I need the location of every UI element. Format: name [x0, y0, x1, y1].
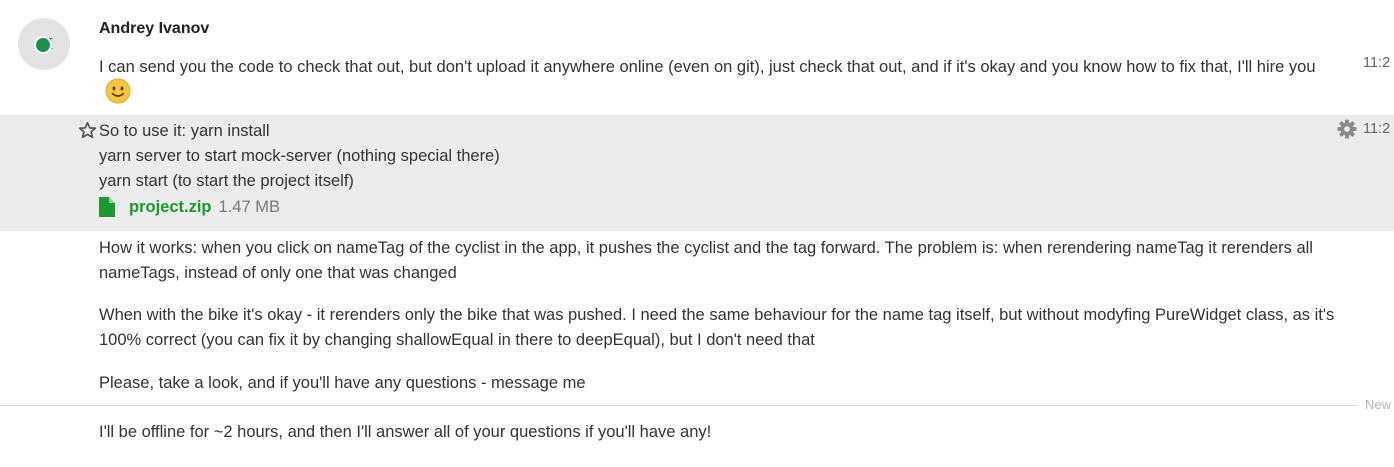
message-timestamp[interactable]: 11:2 — [1363, 55, 1390, 71]
message-1: I can send you the code to check that ou… — [99, 55, 1344, 105]
message-thread: AI Andrey Ivanov I can send you the code… — [0, 0, 1394, 467]
message-line: yarn server to start mock-server (nothin… — [99, 147, 500, 165]
message-text: I can send you the code to check that ou… — [99, 58, 1316, 76]
message-text: Please, take a look, and if you'll have … — [99, 374, 586, 392]
message-text: When with the bike it's okay - it rerend… — [99, 306, 1335, 349]
message-6: I'll be offline for ~2 hours, and then I… — [99, 420, 1344, 445]
file-attachment: project.zip 1.47 MB — [99, 195, 280, 219]
message-5: Please, take a look, and if you'll have … — [99, 371, 1344, 396]
star-icon[interactable] — [78, 121, 97, 140]
message-text: How it works: when you click on nameTag … — [99, 239, 1313, 282]
file-icon[interactable] — [99, 197, 115, 217]
message-text: I'll be offline for ~2 hours, and then I… — [99, 423, 712, 441]
message-timestamp[interactable]: 11:2 — [1363, 121, 1390, 137]
attachment-link[interactable]: project.zip — [129, 198, 212, 217]
online-status-indicator — [34, 36, 52, 54]
new-messages-label: New — [1365, 397, 1392, 412]
slightly-smiling-face-icon — [105, 78, 131, 104]
new-messages-divider — [0, 405, 1358, 406]
attachment-size: 1.47 MB — [218, 197, 280, 216]
sender-name[interactable]: Andrey Ivanov — [99, 20, 209, 38]
message-line: So to use it: yarn install — [99, 122, 270, 140]
message-2: So to use it: yarn install yarn server t… — [99, 119, 1344, 194]
message-3: How it works: when you click on nameTag … — [99, 236, 1344, 286]
message-4: When with the bike it's okay - it rerend… — [99, 303, 1344, 353]
message-line: yarn start (to start the project itself) — [99, 172, 354, 190]
